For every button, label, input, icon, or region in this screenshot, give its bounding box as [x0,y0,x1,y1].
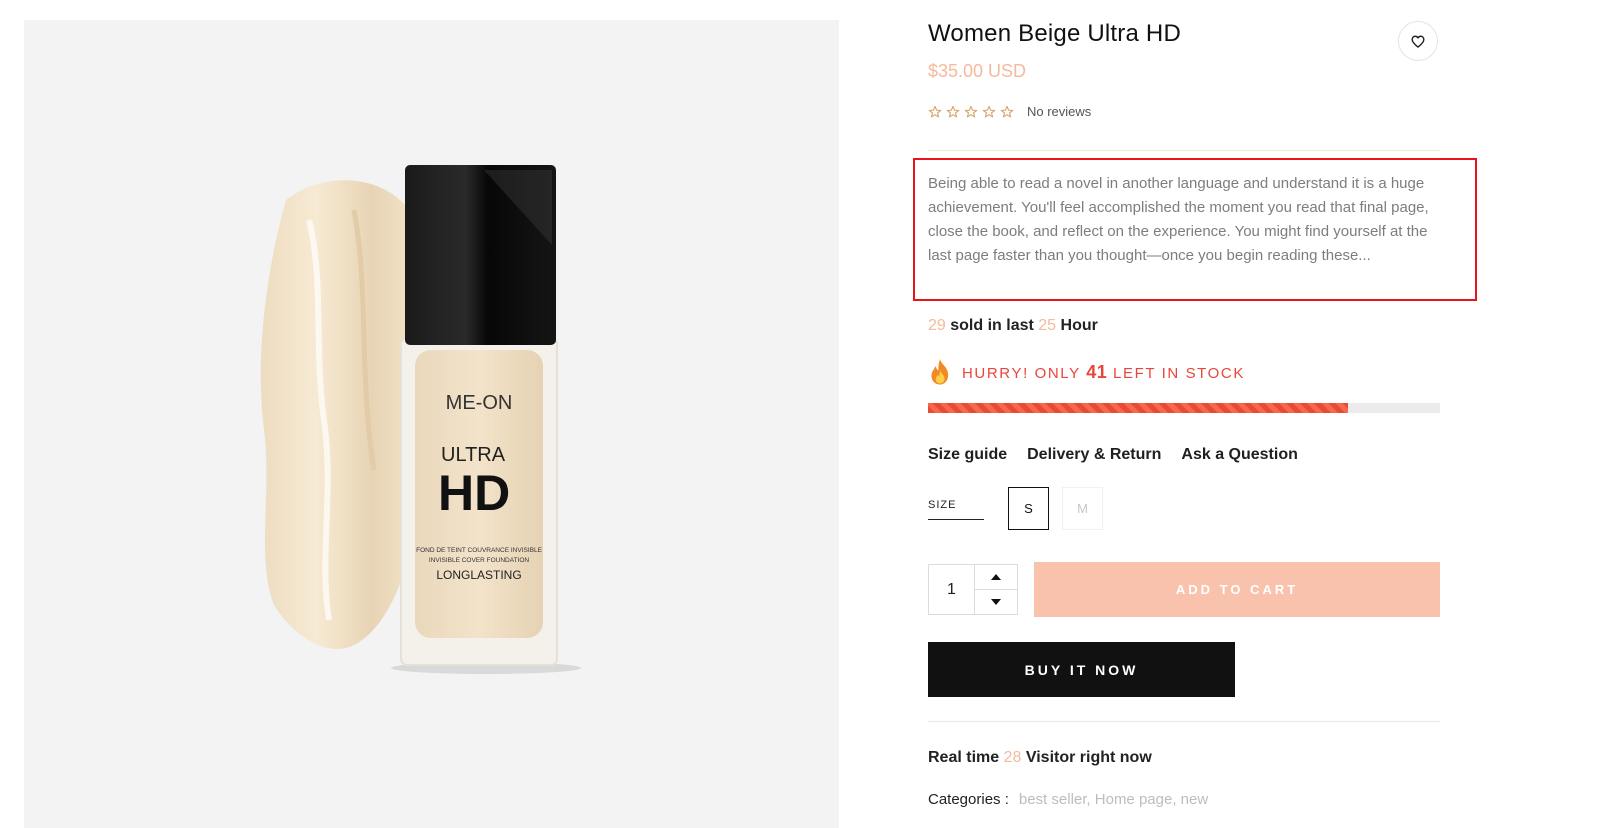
size-label: SIZE [928,499,984,520]
reviews-count: No reviews [1027,104,1092,119]
quantity-increase-button[interactable] [975,565,1017,589]
quantity-decrease-button[interactable] [975,589,1017,614]
divider [928,721,1440,722]
quantity-stepper: 1 [928,564,1018,615]
heart-icon [1411,35,1425,48]
product-title: Women Beige Ultra HD [928,20,1181,47]
divider [928,150,1440,151]
visitors-now: Real time 28 Visitor right now [928,749,1152,767]
category-link[interactable]: Home page [1095,791,1173,808]
rating-stars [928,105,1014,119]
bottle-fine-print-1: FOND DE TEINT COUVRANCE INVISIBLE [416,547,542,554]
quantity-buttons [974,565,1017,614]
sold-suffix: Hour [1056,317,1098,334]
stock-prefix: HURRY! ONLY [962,364,1087,382]
size-option-m[interactable]: M [1062,487,1103,530]
stock-progress-fill [928,403,1348,413]
categories: Categories : best seller, Home page, new [928,791,1208,808]
fire-icon [931,359,949,385]
sold-recently: 29 sold in last 25 Hour [928,317,1098,335]
buy-now-button[interactable]: BUY IT NOW [928,642,1235,697]
stock-suffix: LEFT IN STOCK [1107,364,1245,382]
add-to-cart-button[interactable]: ADD TO CART [1034,562,1440,617]
visitors-suffix: Visitor right now [1021,749,1152,766]
stock-progress-bar [928,403,1440,413]
sold-mid-text: sold in last [945,317,1039,334]
stock-count: 41 [1086,361,1108,382]
caret-down-icon [991,599,1001,605]
bottle-brand-text: ME-ON [446,392,513,414]
star-outline-icon [946,105,960,117]
foundation-bottle-image: ME-ON ULTRA HD FOND DE TEINT COUVRANCE I… [260,165,581,674]
visitors-prefix: Real time [928,749,1004,766]
bottle-line2-text: HD [438,465,510,521]
bottle-fine-print-2: INVISIBLE COVER FOUNDATION [429,557,530,564]
caret-up-icon [991,574,1001,580]
category-link[interactable]: new [1181,791,1209,808]
delivery-return-link[interactable]: Delivery & Return [1027,446,1161,464]
stock-message: HURRY! ONLY 41 LEFT IN STOCK [962,362,1245,383]
categories-list: best seller, Home page, new [1018,791,1209,808]
size-option-s[interactable]: S [1008,487,1049,530]
star-outline-icon [928,105,942,117]
star-outline-icon [964,105,978,117]
product-rating[interactable]: No reviews [928,104,1091,119]
star-outline-icon [982,105,996,117]
info-links: Size guide Delivery & Return Ask a Quest… [928,446,1298,464]
bottle-tagline-text: LONGLASTING [436,568,521,582]
sold-count: 29 [928,317,946,334]
product-description: Being able to read a novel in another la… [928,175,1429,264]
star-outline-icon [1000,105,1014,117]
category-link[interactable]: best seller [1019,791,1087,808]
product-info: Women Beige Ultra HD $35.00 USD No revie… [913,0,1477,828]
visitors-count: 28 [1003,749,1022,766]
product-image[interactable]: ME-ON ULTRA HD FOND DE TEINT COUVRANCE I… [24,20,839,828]
stock-warning: HURRY! ONLY 41 LEFT IN STOCK [928,358,1245,386]
sold-hours: 25 [1038,317,1057,334]
product-price: $35.00 USD [928,61,1027,81]
bottle-line1-text: ULTRA [441,444,506,466]
ask-question-link[interactable]: Ask a Question [1181,446,1297,464]
categories-label: Categories : [928,791,1009,808]
wishlist-button[interactable] [1398,21,1438,61]
size-guide-link[interactable]: Size guide [928,446,1007,464]
quantity-input[interactable]: 1 [929,565,974,614]
